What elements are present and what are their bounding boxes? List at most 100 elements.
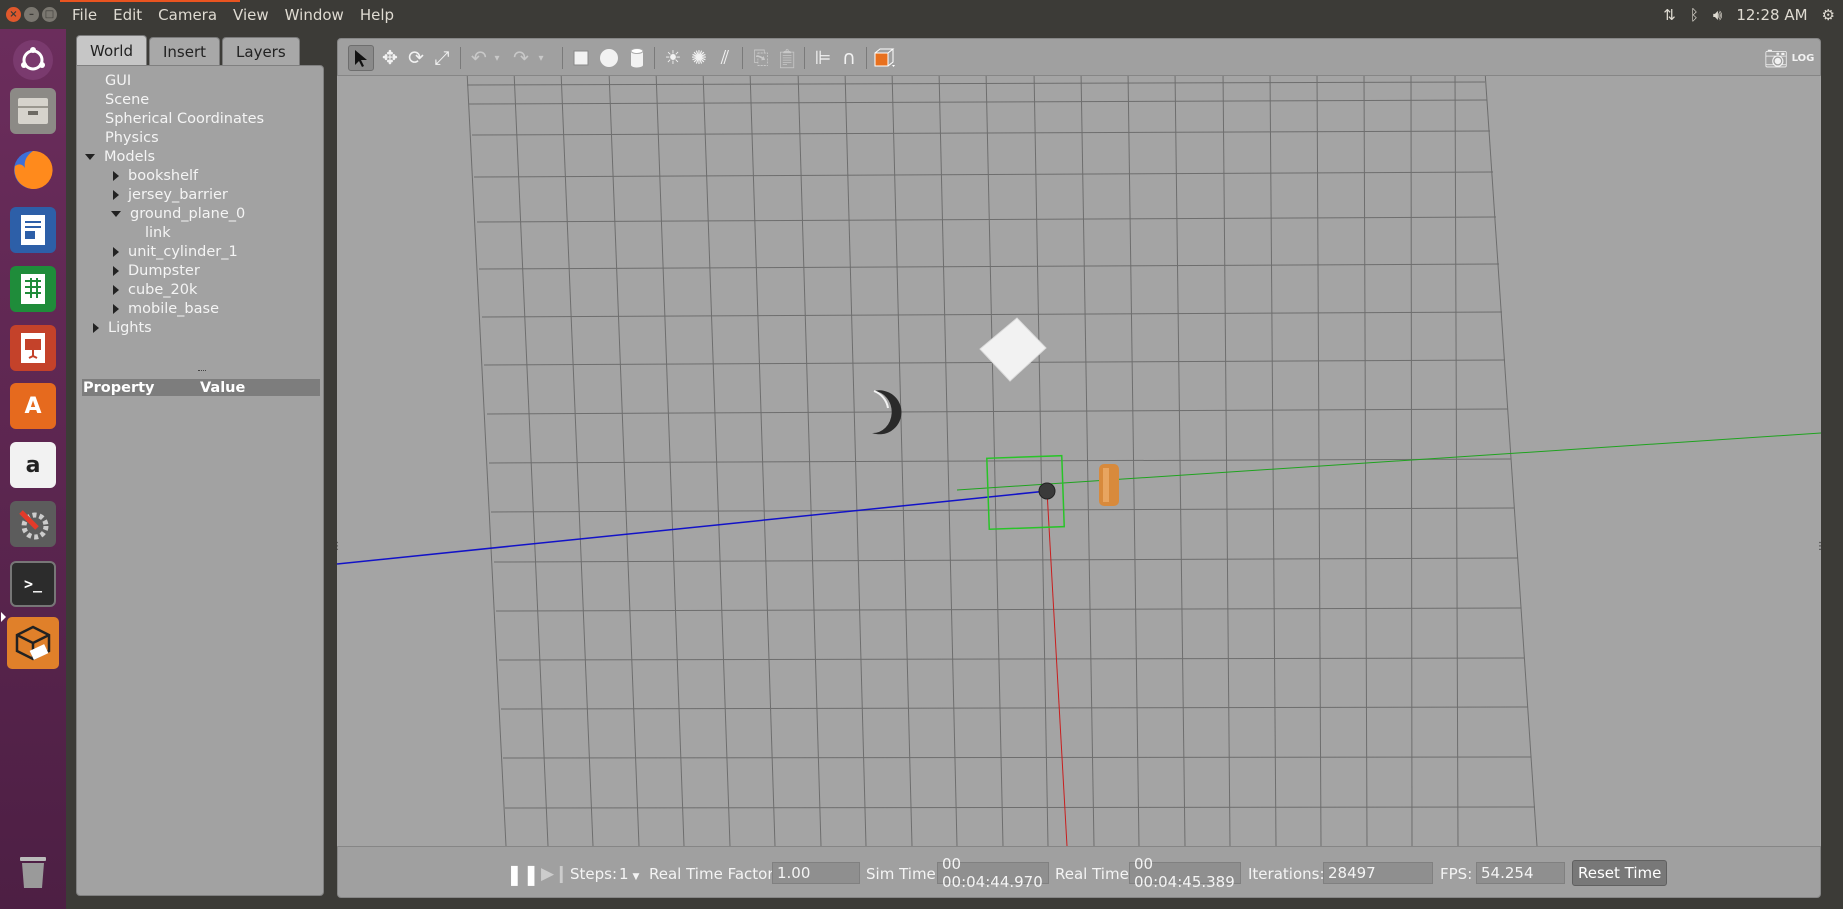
launcher-firefox[interactable] (7, 144, 59, 196)
step-button[interactable]: ▶❙ (541, 863, 568, 885)
menu-view[interactable]: View (225, 6, 277, 24)
tree-item-jersey-barrier[interactable]: jersey_barrier (113, 185, 228, 204)
menu-window[interactable]: Window (277, 6, 352, 24)
paste-button[interactable]: 📋︎ (774, 45, 800, 71)
tree-item-bookshelf[interactable]: bookshelf (113, 166, 198, 185)
expand-arrow-icon[interactable] (111, 210, 121, 217)
launcher-terminal[interactable]: >_ (7, 558, 59, 610)
value-column-header[interactable]: Value (200, 380, 245, 396)
network-icon[interactable]: ⇅ (1663, 6, 1676, 24)
collapse-arrow-icon[interactable] (113, 246, 119, 257)
property-column-header[interactable]: Property (82, 380, 200, 396)
tree-item-gui[interactable]: GUI (105, 71, 131, 90)
sphere-shape-button[interactable] (596, 45, 622, 71)
spot-light-icon: ✺ (691, 47, 707, 69)
reset-time-button[interactable]: Reset Time (1572, 860, 1668, 886)
launcher-writer[interactable] (7, 204, 59, 256)
mobile-base-model[interactable] (1038, 482, 1056, 500)
fps-label: FPS: (1440, 865, 1473, 883)
spot-light-button[interactable]: ✺ (686, 45, 712, 71)
point-light-button[interactable]: ☀ (660, 45, 686, 71)
select-tool-button[interactable] (348, 45, 374, 71)
collapse-arrow-icon[interactable] (93, 322, 99, 333)
launcher-system-settings[interactable] (7, 498, 59, 550)
scale-tool-button[interactable]: ⤢ (429, 45, 455, 71)
collapse-arrow-icon[interactable] (113, 189, 119, 200)
close-window-button[interactable]: × (6, 7, 21, 22)
collapse-arrow-icon[interactable] (113, 303, 119, 314)
box-shape-button[interactable] (568, 45, 594, 71)
translate-tool-button[interactable]: ✥ (377, 45, 403, 71)
3d-viewport[interactable]: ⋮ ⋮ (337, 76, 1821, 846)
collapse-arrow-icon[interactable] (113, 170, 119, 181)
menu-file[interactable]: File (64, 6, 105, 24)
volume-icon[interactable]: 🔊︎ (1713, 6, 1722, 24)
tree-item-scene[interactable]: Scene (105, 90, 149, 109)
align-button[interactable]: ⊫ (810, 45, 836, 71)
collapse-arrow-icon[interactable] (113, 265, 119, 276)
menu-edit[interactable]: Edit (105, 6, 150, 24)
tree-item-ground-plane[interactable]: ground_plane_0 (111, 204, 245, 223)
tree-item-spherical-coordinates[interactable]: Spherical Coordinates (105, 109, 264, 128)
launcher-impress[interactable] (7, 322, 59, 374)
redo-button[interactable]: ↷ (508, 45, 534, 71)
view-cube-icon (874, 48, 895, 67)
launcher-trash[interactable] (7, 846, 59, 898)
clock[interactable]: 12:28 AM (1736, 6, 1807, 24)
maximize-window-button[interactable]: □ (42, 7, 57, 22)
toolbar-separator (742, 47, 743, 69)
directional-light-button[interactable]: ⫽ (712, 45, 738, 71)
screenshot-button[interactable]: 📷︎ (1763, 45, 1789, 71)
chevron-down-icon: ▾ (494, 52, 500, 64)
undo-button[interactable]: ↶ (466, 45, 492, 71)
tab-world[interactable]: World (76, 35, 147, 65)
bluetooth-icon[interactable]: ᛒ (1690, 6, 1699, 24)
expand-arrow-icon[interactable] (85, 153, 95, 160)
scene-canvas[interactable] (337, 76, 1821, 846)
redo-history-dropdown[interactable]: ▾ (534, 45, 548, 71)
launcher-gazebo[interactable] (7, 617, 59, 669)
launcher-ubuntu-dash[interactable] (7, 34, 59, 86)
copy-button[interactable]: ⎘ (748, 45, 774, 71)
tree-item-cube[interactable]: cube_20k (113, 280, 197, 299)
collapse-arrow-icon[interactable] (113, 284, 119, 295)
snap-button[interactable]: ∩ (836, 45, 862, 71)
toolbar-separator (866, 47, 867, 69)
left-collapse-handle[interactable]: ⋮ (337, 541, 342, 553)
settings-gear-icon[interactable]: ⚙ (1822, 6, 1835, 24)
tree-item-mobile-base[interactable]: mobile_base (113, 299, 219, 318)
cylinder-shape-button[interactable] (624, 45, 650, 71)
tree-item-lights[interactable]: Lights (93, 318, 152, 337)
rotate-tool-button[interactable]: ⟳ (403, 45, 429, 71)
pause-icon: ❚❚ (506, 862, 540, 886)
window-controls: × – □ (6, 7, 64, 22)
log-button[interactable]: LOG (1790, 45, 1816, 71)
steps-spinner[interactable]: 1 ▼ (619, 863, 639, 885)
launcher-files[interactable] (7, 85, 59, 137)
tree-item-physics[interactable]: Physics (105, 128, 159, 147)
tree-item-dumpster[interactable]: Dumpster (113, 261, 200, 280)
world-tree: GUI Scene Spherical Coordinates Physics … (76, 65, 324, 896)
undo-history-dropdown[interactable]: ▾ (490, 45, 504, 71)
tab-insert[interactable]: Insert (149, 37, 221, 65)
launcher-amazon[interactable]: a (7, 439, 59, 491)
right-collapse-handle[interactable]: ⋮ (1815, 541, 1821, 553)
scale-icon: ⤢ (434, 47, 450, 69)
launcher-software-center[interactable]: A (7, 380, 59, 432)
panel-splitter[interactable] (198, 370, 206, 372)
cursor-arrow-icon (355, 50, 367, 67)
unit-cylinder-model[interactable] (1099, 464, 1119, 506)
tree-item-unit-cylinder[interactable]: unit_cylinder_1 (113, 242, 238, 261)
cube-20k-model[interactable] (979, 317, 1047, 382)
launcher-calc[interactable] (7, 263, 59, 315)
tree-item-link[interactable]: link (145, 223, 171, 242)
pause-button[interactable]: ❚❚ (506, 862, 540, 886)
change-view-button[interactable] (872, 45, 898, 71)
minimize-window-button[interactable]: – (24, 7, 39, 22)
tab-layers[interactable]: Layers (222, 37, 300, 65)
file-cabinet-icon (10, 88, 56, 134)
tree-label: Physics (105, 129, 159, 146)
tree-item-models[interactable]: Models (85, 147, 155, 166)
menu-help[interactable]: Help (352, 6, 402, 24)
menu-camera[interactable]: Camera (150, 6, 225, 24)
